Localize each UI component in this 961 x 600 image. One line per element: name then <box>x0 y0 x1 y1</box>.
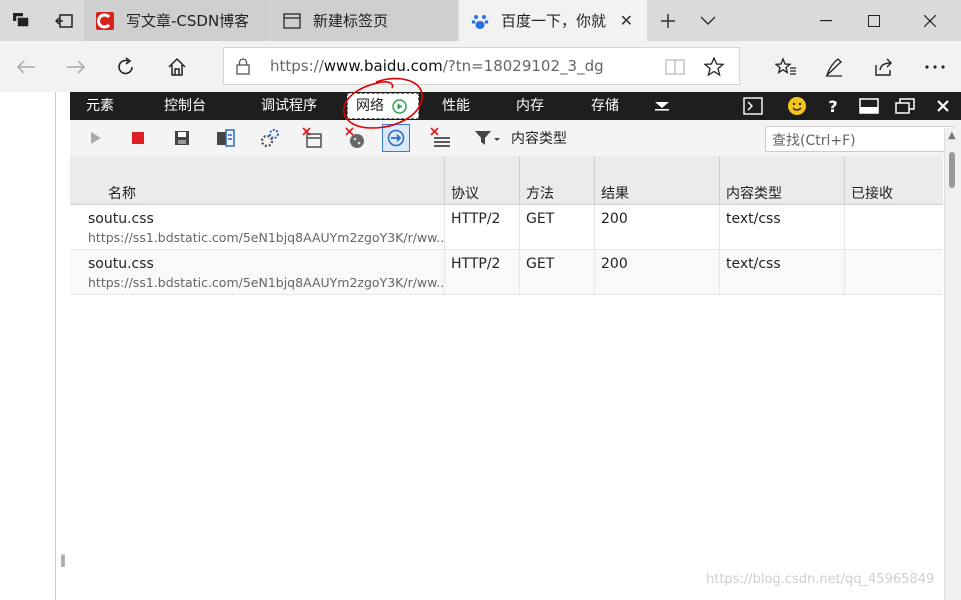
tab-label: 写文章-CSDN博客 <box>126 12 250 30</box>
column-header-result[interactable]: 结果 <box>595 156 720 205</box>
browser-tab-bar: 写文章-CSDN博客 新建标签页 百度一下，你就 ✕ <box>0 0 961 41</box>
received-cell <box>845 250 943 295</box>
tab-performance[interactable]: 性能 <box>442 92 470 120</box>
tab-preview-chevron-icon[interactable] <box>686 0 730 41</box>
import-har-icon[interactable] <box>212 124 240 152</box>
network-conditions-icon[interactable] <box>256 124 284 152</box>
network-toolbar: 内容类型 查找(Ctrl+F) <box>70 120 961 156</box>
tab-new-tab[interactable]: 新建标签页 <box>271 0 457 41</box>
table-row[interactable]: soutu.css https://ss1.bdstatic.com/5eN1b… <box>70 205 943 250</box>
export-har-icon[interactable] <box>168 124 196 152</box>
request-url: https://ss1.bdstatic.com/5eN1bjq8AAUYm2z… <box>88 230 445 245</box>
table-row[interactable]: soutu.css https://ss1.bdstatic.com/5eN1b… <box>70 250 943 295</box>
request-name-cell: soutu.css https://ss1.bdstatic.com/5eN1b… <box>70 250 445 295</box>
find-input[interactable]: 查找(Ctrl+F) <box>765 126 955 152</box>
column-header-method[interactable]: 方法 <box>520 156 595 205</box>
request-name: soutu.css <box>88 256 154 272</box>
csdn-logo-icon <box>96 11 114 30</box>
tab-debugger[interactable]: 调试程序 <box>261 92 317 120</box>
feedback-smiley-icon[interactable] <box>782 92 812 120</box>
received-cell <box>845 205 943 250</box>
network-request-table: 名称 协议 方法 结果 内容类型 已接收 soutu.css https://s… <box>70 156 943 600</box>
url-text: https://www.baidu.com/?tn=18029102_3_dg <box>270 57 604 75</box>
clear-cookies-icon[interactable] <box>341 124 369 152</box>
more-tabs-icon[interactable] <box>647 92 677 120</box>
page-icon <box>283 12 301 29</box>
home-icon[interactable] <box>155 41 199 92</box>
recording-play-icon <box>392 99 407 114</box>
content-type-cell: text/css <box>720 250 845 295</box>
scroll-up-icon[interactable]: ▲ <box>948 130 956 141</box>
console-drawer-icon[interactable] <box>738 92 768 120</box>
tab-network-label: 网络 <box>356 98 384 114</box>
undock-icon[interactable] <box>890 92 920 120</box>
tab-actions-icon[interactable] <box>0 0 44 41</box>
favorites-hub-icon[interactable] <box>764 41 808 92</box>
protocol-cell: HTTP/2 <box>445 250 520 295</box>
reading-view-icon[interactable] <box>665 58 685 76</box>
page-viewport-edge <box>0 92 56 600</box>
stop-profiling-icon[interactable] <box>124 124 152 152</box>
tab-baidu[interactable]: 百度一下，你就 ✕ <box>459 0 647 41</box>
content-type-filter-label[interactable]: 内容类型 <box>511 128 567 148</box>
close-window-icon[interactable] <box>906 0 954 41</box>
start-profiling-icon[interactable] <box>82 124 110 152</box>
result-cell: 200 <box>595 205 720 250</box>
tab-label: 百度一下，你就 <box>501 12 607 30</box>
request-url: https://ss1.bdstatic.com/5eN1bjq8AAUYm2z… <box>88 275 445 290</box>
method-cell: GET <box>520 250 595 295</box>
forward-icon[interactable] <box>54 41 98 92</box>
more-menu-icon[interactable] <box>913 41 957 92</box>
tab-csdn[interactable]: 写文章-CSDN博客 <box>84 0 270 41</box>
dock-bottom-icon[interactable] <box>854 92 884 120</box>
request-name: soutu.css <box>88 211 154 227</box>
close-tab-icon[interactable]: ✕ <box>620 11 633 30</box>
clear-on-navigate-icon[interactable] <box>426 124 454 152</box>
lock-icon <box>236 58 250 75</box>
set-aside-tabs-icon[interactable] <box>42 0 86 41</box>
tab-network[interactable]: 网络 <box>347 93 419 119</box>
column-header-received[interactable]: 已接收 <box>845 156 943 205</box>
column-header-content-type[interactable]: 内容类型 <box>720 156 845 205</box>
new-tab-icon[interactable] <box>646 0 690 41</box>
content-type-cell: text/css <box>720 205 845 250</box>
maximize-icon[interactable] <box>850 0 898 41</box>
table-header: 名称 协议 方法 结果 内容类型 已接收 <box>70 156 943 205</box>
url-field[interactable]: https://www.baidu.com/?tn=18029102_3_dg <box>223 47 740 85</box>
always-refresh-icon[interactable] <box>382 124 410 152</box>
vertical-scrollbar[interactable]: ▲ <box>944 128 961 600</box>
devtools-resize-handle[interactable]: ‖ <box>60 553 66 567</box>
protocol-cell: HTTP/2 <box>445 205 520 250</box>
close-devtools-icon[interactable] <box>928 92 958 120</box>
minimize-icon[interactable] <box>802 0 850 41</box>
refresh-icon[interactable] <box>104 41 148 92</box>
baidu-paw-icon <box>471 14 489 29</box>
tab-label: 新建标签页 <box>313 12 389 30</box>
tab-elements[interactable]: 元素 <box>86 92 114 120</box>
result-cell: 200 <box>595 250 720 295</box>
content-type-filter-icon[interactable] <box>471 124 505 152</box>
scrollbar-thumb[interactable] <box>949 152 955 188</box>
back-icon[interactable] <box>4 41 48 92</box>
watermark: https://blog.csdn.net/qq_45965849 <box>706 572 935 587</box>
help-icon[interactable]: ? <box>818 92 848 120</box>
tab-memory[interactable]: 内存 <box>516 92 544 120</box>
column-header-protocol[interactable]: 协议 <box>445 156 520 205</box>
column-header-name[interactable]: 名称 <box>70 156 445 205</box>
devtools-tab-bar: 元素 控制台 调试程序 网络 性能 内存 存储 ? <box>70 92 961 120</box>
address-bar-row: https://www.baidu.com/?tn=18029102_3_dg <box>0 41 961 92</box>
pen-annotate-icon[interactable] <box>812 41 856 92</box>
tab-storage[interactable]: 存储 <box>591 92 619 120</box>
request-name-cell: soutu.css https://ss1.bdstatic.com/5eN1b… <box>70 205 445 250</box>
tab-console[interactable]: 控制台 <box>164 92 206 120</box>
method-cell: GET <box>520 205 595 250</box>
clear-entries-icon[interactable] <box>298 124 326 152</box>
favorite-star-icon[interactable] <box>704 57 724 77</box>
share-icon[interactable] <box>862 41 906 92</box>
